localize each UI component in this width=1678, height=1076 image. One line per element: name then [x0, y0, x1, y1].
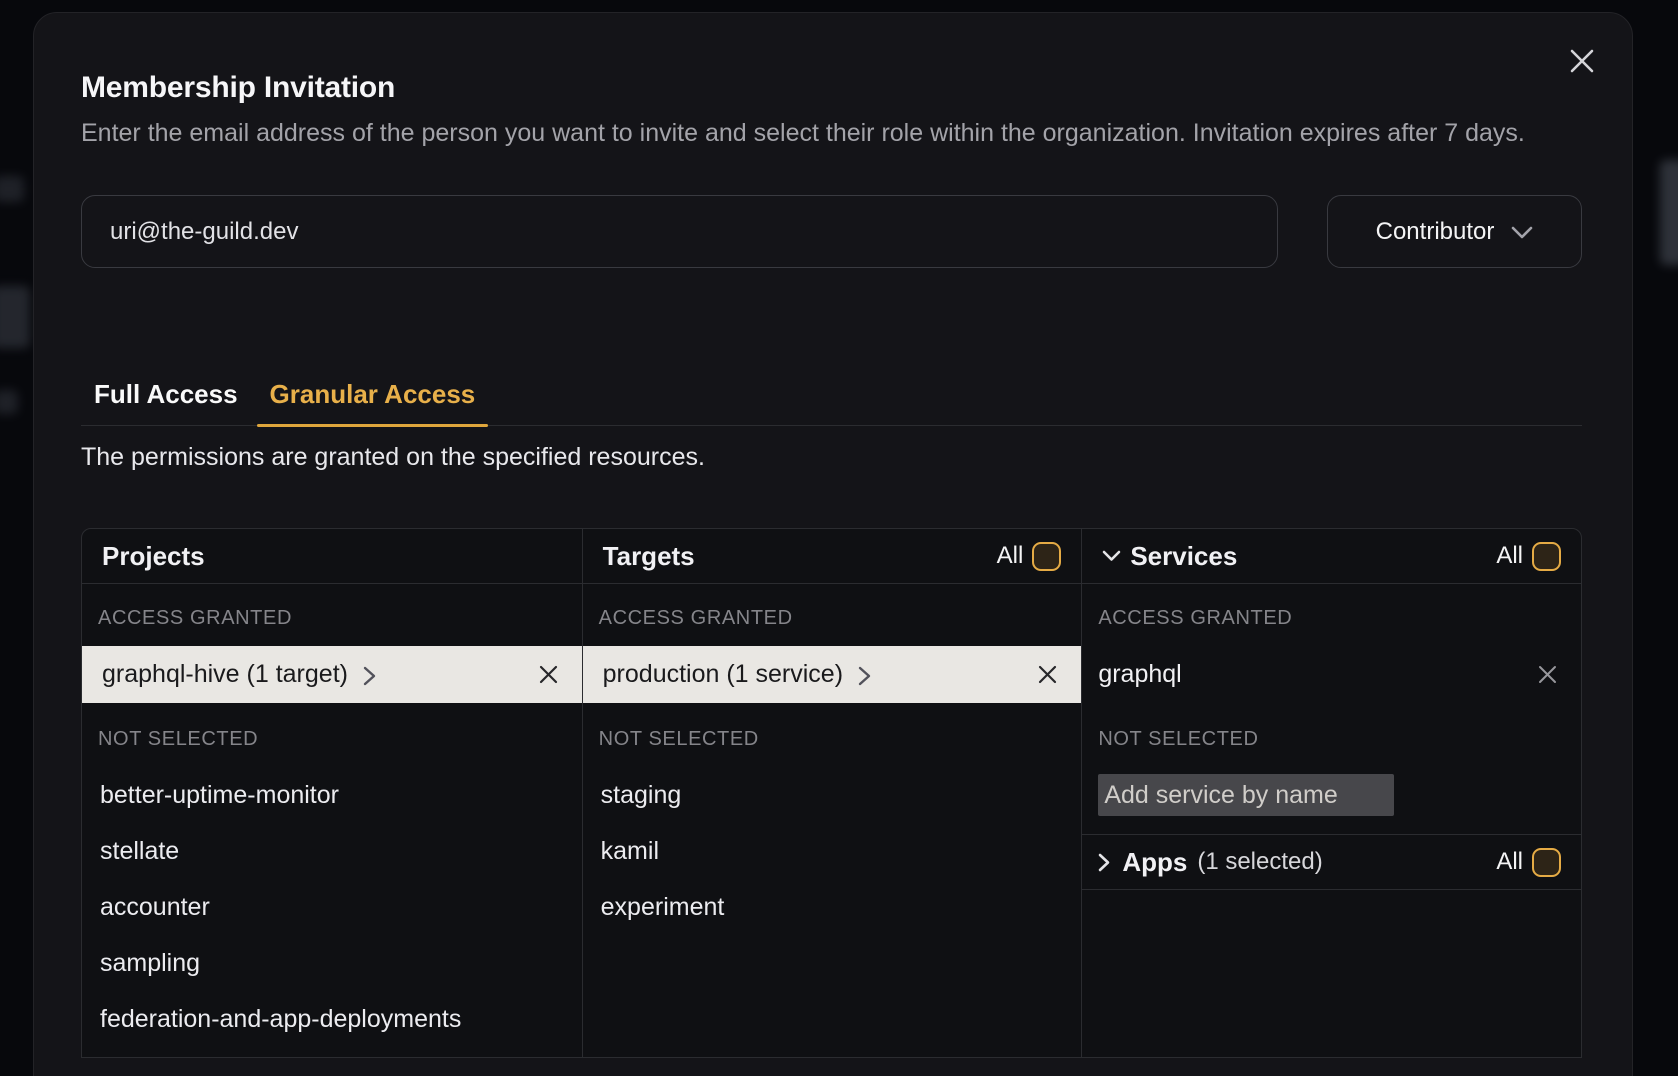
access-granted-label: ACCESS GRANTED	[1082, 606, 1581, 630]
remove-project-button[interactable]	[539, 665, 558, 684]
project-item[interactable]: stellate	[82, 823, 582, 879]
role-select-value: Contributor	[1376, 218, 1495, 246]
granted-service-row[interactable]: graphql	[1082, 646, 1581, 703]
remove-target-button[interactable]	[1038, 665, 1057, 684]
targets-header: Targets All	[583, 529, 1082, 584]
add-service-input[interactable]	[1098, 774, 1394, 816]
target-item[interactable]: experiment	[583, 879, 1082, 935]
background-artifact	[0, 286, 30, 348]
granted-target-row[interactable]: production (1 service)	[583, 646, 1082, 703]
services-header: Services All	[1082, 529, 1581, 584]
resources-panel: Projects ACCESS GRANTED graphql-hive (1 …	[81, 528, 1582, 1058]
dialog-title: Membership Invitation	[81, 71, 1582, 105]
target-item[interactable]: staging	[583, 767, 1082, 823]
services-column: Services All ACCESS GRANTED graphql NOT	[1081, 529, 1581, 1057]
targets-all-checkbox[interactable]	[1032, 542, 1061, 571]
chevron-right-icon	[363, 666, 376, 686]
background-artifact	[0, 176, 24, 202]
services-all-label: All	[1496, 542, 1523, 570]
targets-all-label: All	[997, 542, 1024, 570]
apps-all-checkbox[interactable]	[1532, 848, 1561, 877]
projects-not-selected-list: better-uptime-monitor stellate accounter…	[82, 767, 582, 1047]
services-header-label: Services	[1130, 541, 1237, 572]
targets-not-selected-list: staging kamil experiment	[583, 767, 1082, 935]
access-granted-label: ACCESS GRANTED	[82, 606, 582, 630]
apps-title: Apps	[1122, 847, 1187, 878]
target-item[interactable]: kamil	[583, 823, 1082, 879]
apps-all-label: All	[1496, 848, 1523, 876]
not-selected-label: NOT SELECTED	[82, 727, 582, 751]
apps-row[interactable]: Apps (1 selected) All	[1082, 834, 1581, 890]
granted-service-name: graphql	[1098, 660, 1181, 689]
not-selected-label: NOT SELECTED	[1082, 727, 1581, 751]
remove-service-button[interactable]	[1538, 665, 1557, 684]
page-background: Membership Invitation Enter the email ad…	[0, 0, 1678, 1076]
projects-header-label: Projects	[102, 541, 205, 572]
services-all-checkbox[interactable]	[1532, 542, 1561, 571]
project-item[interactable]: accounter	[82, 879, 582, 935]
background-artifact	[1660, 160, 1678, 265]
projects-column: Projects ACCESS GRANTED graphql-hive (1 …	[82, 529, 582, 1057]
projects-header: Projects	[82, 529, 582, 584]
apps-count: (1 selected)	[1197, 848, 1322, 876]
tab-full-access[interactable]: Full Access	[81, 378, 251, 425]
access-granted-label: ACCESS GRANTED	[583, 606, 1082, 630]
project-item[interactable]: better-uptime-monitor	[82, 767, 582, 823]
chevron-down-icon	[1511, 226, 1533, 240]
invite-row: Contributor	[81, 195, 1582, 268]
granted-target-name: production (1 service)	[603, 660, 843, 689]
tab-granular-access[interactable]: Granular Access	[257, 378, 489, 425]
project-item[interactable]: federation-and-app-deployments	[82, 991, 582, 1047]
project-item[interactable]: sampling	[82, 935, 582, 991]
membership-invitation-dialog: Membership Invitation Enter the email ad…	[33, 12, 1633, 1076]
targets-header-label: Targets	[603, 541, 695, 572]
granted-project-name: graphql-hive (1 target)	[102, 660, 348, 689]
access-tabs: Full Access Granular Access	[81, 378, 1582, 426]
not-selected-label: NOT SELECTED	[583, 727, 1082, 751]
permissions-note: The permissions are granted on the speci…	[81, 440, 1582, 474]
targets-column: Targets All ACCESS GRANTED production (1…	[582, 529, 1082, 1057]
chevron-right-icon	[858, 666, 871, 686]
background-artifact	[0, 390, 18, 414]
chevron-down-icon[interactable]	[1102, 550, 1121, 562]
email-input[interactable]	[81, 195, 1278, 268]
dialog-description: Enter the email address of the person yo…	[81, 115, 1582, 152]
chevron-right-icon[interactable]	[1098, 853, 1110, 872]
role-select[interactable]: Contributor	[1327, 195, 1582, 268]
granted-project-row[interactable]: graphql-hive (1 target)	[82, 646, 582, 703]
